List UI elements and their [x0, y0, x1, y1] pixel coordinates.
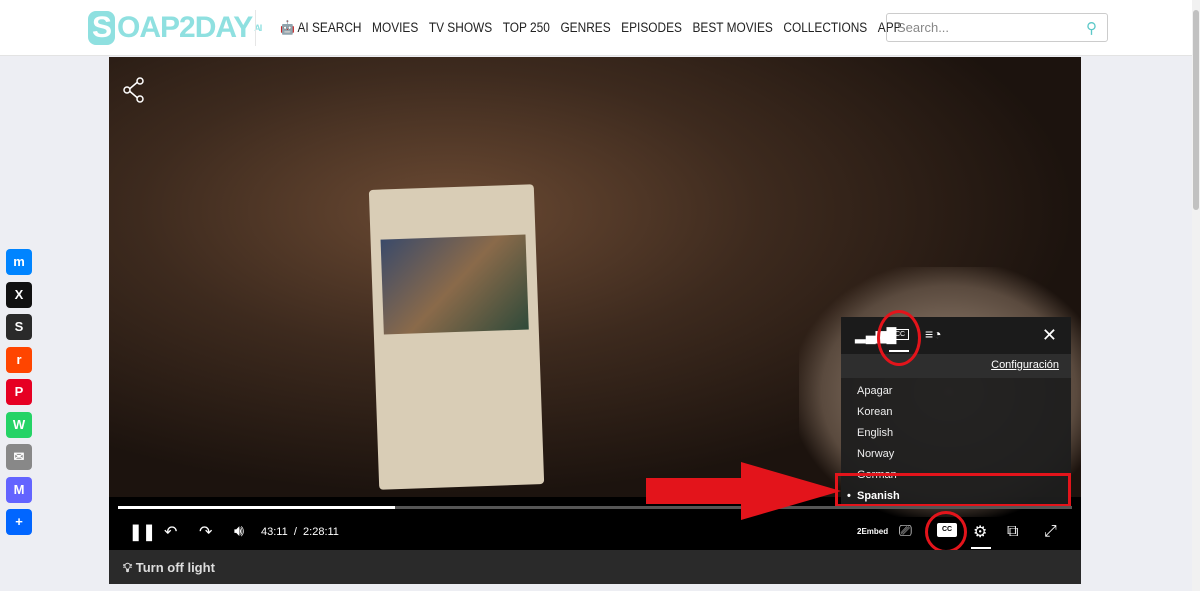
social-share-bar: m X Sr P W ✉ M + — [6, 249, 32, 542]
nav-best-movies[interactable]: BEST MOVIES — [692, 20, 772, 36]
search-icon[interactable]: ⚲ — [1086, 19, 1097, 37]
cast-icon[interactable]: ⎚ — [899, 523, 912, 541]
whatsapp-share-icon[interactable]: W — [6, 411, 32, 438]
highlight-cc-tab — [877, 310, 921, 366]
seek-bar-fill — [118, 506, 395, 509]
nav-movies[interactable]: MOVIES — [372, 20, 418, 36]
nav-episodes[interactable]: EPISODES — [621, 20, 682, 36]
subtitle-option-norway[interactable]: Norway — [841, 444, 1071, 465]
x-share-icon[interactable]: X — [6, 281, 32, 308]
volume-icon[interactable]: 🔊︎ — [234, 523, 244, 541]
pip-icon[interactable]: ⧉ — [1007, 523, 1018, 541]
highlight-cc-button — [925, 511, 967, 550]
nav-tv-shows[interactable]: TV SHOWS — [429, 20, 492, 36]
forward-10-icon[interactable]: ↷ — [199, 522, 212, 542]
subtitle-option-off[interactable]: Apagar — [841, 381, 1071, 402]
mastodon-share-icon[interactable]: M — [6, 476, 32, 503]
snapchat-share-icon[interactable]: S — [6, 314, 32, 340]
subtitle-option-english[interactable]: English — [841, 423, 1071, 444]
reddit-share-icon[interactable]: r — [6, 346, 32, 373]
email-share-icon[interactable]: ✉ — [6, 444, 32, 470]
messenger-share-icon[interactable]: m — [6, 249, 32, 275]
seek-bar[interactable] — [118, 506, 1072, 509]
close-icon[interactable]: ✕ — [1042, 325, 1057, 346]
site-header: S OAP2DAY AI 🤖 AI SEARCH MOVIES TV SHOWS T… — [0, 0, 1192, 56]
divider — [255, 10, 256, 46]
scrollbar[interactable] — [1192, 0, 1200, 591]
main-nav: 🤖 AI SEARCH MOVIES TV SHOWS TOP 250 GENR… — [280, 20, 902, 36]
nav-top-250[interactable]: TOP 250 — [503, 20, 550, 36]
time-display: 43:11 / 2:28:11 — [261, 525, 339, 538]
fullscreen-icon[interactable]: ⤢ — [1044, 523, 1057, 541]
turn-off-light-button[interactable]: 💡︎ Turn off light — [109, 550, 1081, 584]
site-logo[interactable]: S OAP2DAY AI — [88, 10, 262, 46]
search-input[interactable]: Search... ⚲ — [886, 13, 1108, 42]
share-icon[interactable] — [122, 77, 146, 109]
pinterest-share-icon[interactable]: P — [6, 379, 32, 405]
lightbulb-icon: 💡︎ — [123, 560, 136, 575]
settings-icon[interactable]: ⚙ — [973, 522, 987, 542]
red-arrow — [646, 462, 841, 520]
video-player[interactable]: ▂▄▆█ CC ≡◔ ✕ Configuración Apagar Korean… — [109, 57, 1081, 550]
share-share-icon[interactable]: + — [6, 509, 32, 535]
subtitle-option-korean[interactable]: Korean — [841, 402, 1071, 423]
brand-logo[interactable]: 2Embed — [857, 527, 888, 536]
nav-collections[interactable]: COLLECTIONS — [783, 20, 867, 36]
speed-icon[interactable]: ≡◔ — [925, 326, 942, 342]
search-placeholder: Search... — [897, 20, 950, 35]
highlight-spanish — [835, 473, 1071, 507]
nav-ai-search[interactable]: 🤖 AI SEARCH — [280, 20, 361, 36]
pause-icon[interactable]: ❚❚ — [129, 522, 156, 542]
rewind-10-icon[interactable]: ↶ — [164, 522, 177, 542]
nav-genres[interactable]: GENRES — [560, 20, 610, 36]
settings-link[interactable]: Configuración — [841, 354, 1071, 378]
